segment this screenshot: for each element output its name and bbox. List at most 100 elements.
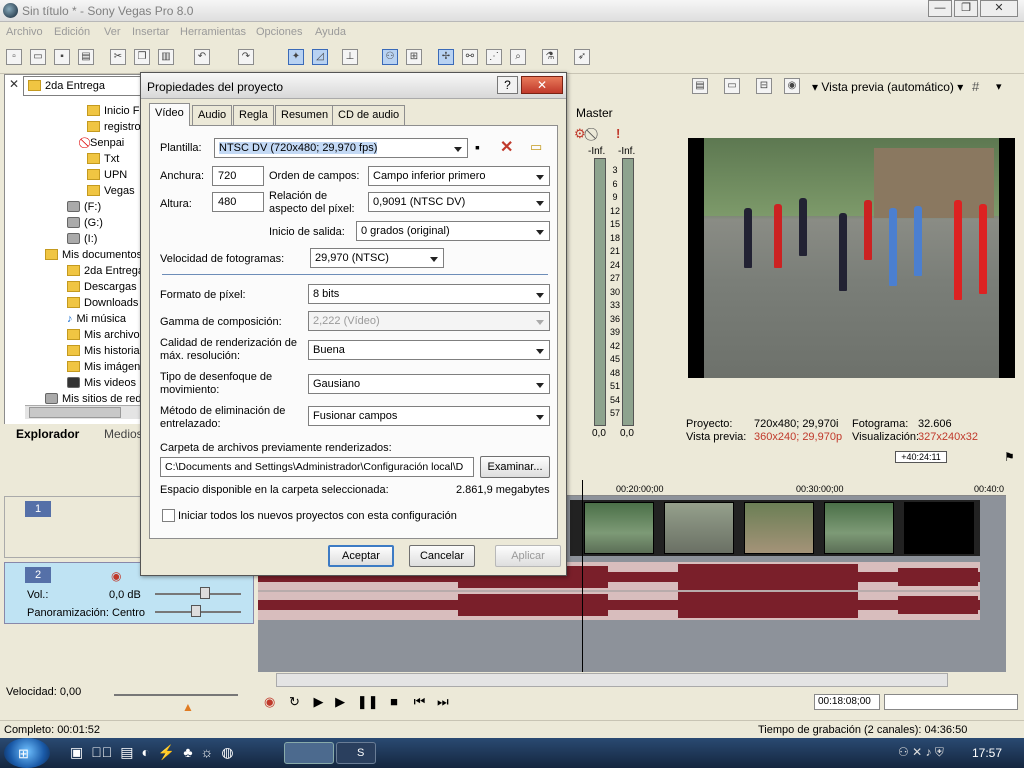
open-folder-icon[interactable]: ▭: [30, 49, 46, 65]
tree-item[interactable]: Mis historial: [67, 345, 142, 361]
orden-dropdown[interactable]: Campo inferior primero: [368, 166, 550, 186]
play-from-start-icon[interactable]: ▶: [314, 694, 324, 709]
paste-icon[interactable]: ▥: [158, 49, 174, 65]
cancelar-button[interactable]: Cancelar: [409, 545, 475, 567]
scrollbar-thumb[interactable]: [29, 407, 121, 418]
tray-icons[interactable]: ⚇ ✕ ♪ ⛨: [898, 745, 944, 760]
help-button[interactable]: ?: [497, 76, 518, 94]
fx-icon[interactable]: ⚙: [574, 126, 586, 142]
auto-ripple-icon[interactable]: ⚇: [382, 49, 398, 65]
tree-item[interactable]: UPN: [87, 169, 127, 185]
preview-menu-arrow-icon[interactable]: ▾: [996, 80, 1002, 93]
tab-regla[interactable]: Regla: [233, 105, 274, 125]
tree-item[interactable]: registro: [87, 121, 141, 137]
save-icon[interactable]: ▪: [54, 49, 70, 65]
tree-item[interactable]: (F:): [67, 201, 101, 217]
playback-rate-slider[interactable]: [114, 694, 238, 696]
menu-insertar[interactable]: Insertar: [132, 26, 169, 38]
playhead-cursor[interactable]: [582, 480, 583, 672]
quick-launch-icons[interactable]: ▣◉⃠▤◐⚡♣☼◍: [70, 744, 242, 761]
tray-clock[interactable]: 17:57: [972, 746, 1002, 760]
selection-tool-icon[interactable]: ⋰: [486, 49, 502, 65]
start-button[interactable]: ⊞: [4, 738, 50, 768]
new-icon[interactable]: ▫: [6, 49, 22, 65]
tree-item[interactable]: Mis archivos: [67, 329, 145, 345]
empty-track-area[interactable]: [258, 622, 1006, 672]
time-fields[interactable]: [884, 694, 1018, 710]
tree-item[interactable]: 2da Entrega: [67, 265, 144, 281]
pause-icon[interactable]: ❚❚: [357, 694, 379, 709]
close-window-button[interactable]: ✕: [980, 0, 1018, 17]
cut-icon[interactable]: ✂: [110, 49, 126, 65]
formato-dropdown[interactable]: 8 bits: [308, 284, 550, 304]
external-monitor-icon[interactable]: ▭: [724, 78, 740, 94]
taskbar-task-group[interactable]: [284, 742, 334, 764]
record-icon[interactable]: ◉: [264, 694, 275, 709]
tab-medios[interactable]: Medios: [104, 427, 143, 441]
tree-item[interactable]: Downloads: [67, 297, 138, 313]
preview-quality-icon[interactable]: ◉: [784, 78, 800, 94]
split-screen-icon[interactable]: ⊟: [756, 78, 772, 94]
tree-item[interactable]: (I:): [67, 233, 97, 249]
copy-icon[interactable]: ❐: [134, 49, 150, 65]
menu-edicion[interactable]: Edición: [54, 26, 90, 38]
carpeta-input[interactable]: C:\Documents and Settings\Administrador\…: [160, 457, 474, 477]
tree-item[interactable]: ⃠Senpai: [87, 137, 124, 153]
tab-resumen[interactable]: Resumen: [275, 105, 335, 125]
menu-ayuda[interactable]: Ayuda: [315, 26, 346, 38]
play-icon[interactable]: ▶: [335, 694, 345, 709]
desenfoque-dropdown[interactable]: Gausiano: [308, 374, 550, 394]
redo-icon[interactable]: ↷: [238, 49, 254, 65]
tree-item[interactable]: Inicio Fil: [87, 105, 144, 121]
taskbar-vegas-task[interactable]: S: [336, 742, 376, 764]
edit-tool-icon[interactable]: ✦: [288, 49, 304, 65]
grid-icon[interactable]: #: [972, 79, 979, 94]
zoom-tool-icon[interactable]: ⌕: [510, 49, 526, 65]
match-media-folder-icon[interactable]: ▭: [530, 139, 542, 155]
loop-icon[interactable]: ↻: [289, 694, 300, 709]
tree-item[interactable]: ♪ Mi música: [67, 313, 126, 329]
ignore-grouping-icon[interactable]: ✢: [438, 49, 454, 65]
tab-explorador[interactable]: Explorador: [16, 427, 79, 441]
menu-herramientas[interactable]: Herramientas: [180, 26, 246, 38]
tab-audio[interactable]: Audio: [192, 105, 233, 125]
timeline-hscrollbar[interactable]: [276, 673, 948, 687]
relacion-dropdown[interactable]: 0,9091 (NTSC DV): [368, 192, 550, 212]
go-to-end-icon[interactable]: ⏭: [437, 694, 449, 709]
volume-slider-thumb[interactable]: [200, 587, 210, 599]
delete-template-icon[interactable]: ✕: [500, 137, 513, 157]
pan-slider-thumb[interactable]: [191, 605, 201, 617]
metodo-dropdown[interactable]: Fusionar campos: [308, 406, 550, 426]
menu-ver[interactable]: Ver: [104, 26, 121, 38]
properties-icon[interactable]: ▤: [78, 49, 94, 65]
tab-cd-audio[interactable]: CD de audio: [332, 105, 406, 125]
preview-mode-dropdown[interactable]: ▾ Vista previa (automático) ▾: [812, 80, 963, 94]
tree-item[interactable]: Mis imágene: [67, 361, 146, 377]
close-explorer-icon[interactable]: ✕: [9, 77, 19, 91]
velocidad-dropdown[interactable]: 29,970 (NTSC): [310, 248, 444, 268]
maximize-button[interactable]: ❐: [954, 0, 978, 17]
explorer-path-combo[interactable]: 2da Entrega: [23, 76, 153, 96]
plantilla-dropdown[interactable]: NTSC DV (720x480; 29,970 fps): [214, 138, 468, 158]
aceptar-button[interactable]: Aceptar: [328, 545, 394, 567]
iniciar-checkbox[interactable]: [162, 509, 175, 522]
minimize-button[interactable]: —: [928, 0, 952, 17]
marker-flag-icon[interactable]: ⚑: [1004, 450, 1015, 464]
menu-archivo[interactable]: Archivo: [6, 26, 43, 38]
examinar-button[interactable]: Examinar...: [480, 456, 550, 478]
record-arm-icon[interactable]: ◉: [111, 569, 121, 583]
altura-input[interactable]: 480: [212, 192, 264, 212]
video-clip[interactable]: [570, 500, 980, 556]
tree-item[interactable]: Descargas: [67, 281, 137, 297]
save-template-icon[interactable]: ▪: [475, 139, 480, 155]
anchura-input[interactable]: 720: [212, 166, 264, 186]
tree-item[interactable]: Txt: [87, 153, 119, 169]
plugin-icon[interactable]: ⚗: [542, 49, 558, 65]
menu-opciones[interactable]: Opciones: [256, 26, 302, 38]
lock-envelopes-icon[interactable]: ⊞: [406, 49, 422, 65]
time-display[interactable]: 00:18:08;00: [814, 694, 880, 710]
tree-item[interactable]: Vegas: [87, 185, 135, 201]
volume-slider[interactable]: [155, 593, 241, 595]
dialog-close-button[interactable]: ✕: [521, 76, 563, 94]
preview-properties-icon[interactable]: ▤: [692, 78, 708, 94]
